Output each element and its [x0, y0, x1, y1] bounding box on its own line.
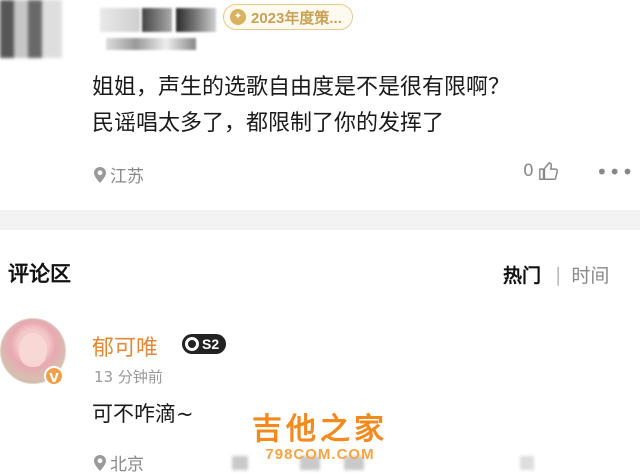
- blurred-username: [176, 8, 216, 32]
- location-pin-icon: [94, 454, 106, 471]
- like-button[interactable]: 0: [523, 160, 560, 182]
- annual-award-badge[interactable]: ✦ 2023年度策...: [223, 4, 353, 30]
- location-text: 北京: [110, 455, 144, 475]
- comment-line: 民谣唱太多了，都限制了你的发挥了: [92, 111, 445, 136]
- tab-hot[interactable]: 热门: [503, 261, 541, 288]
- verified-v-icon: V: [44, 366, 64, 386]
- blurred-avatar[interactable]: [0, 0, 62, 58]
- badge-label: 2023年度策...: [251, 9, 342, 27]
- thumbs-up-icon: [538, 162, 558, 180]
- section-divider: [0, 210, 640, 230]
- comment-section-title: 评论区: [8, 262, 71, 286]
- reply-timestamp: 13 分钟前: [94, 368, 163, 386]
- level-label: S2: [202, 336, 220, 352]
- blurred-action: [232, 456, 248, 470]
- more-dots-icon[interactable]: •••: [596, 160, 634, 184]
- location-text: 江苏: [110, 167, 144, 187]
- blurred-username: [142, 8, 172, 32]
- comment-location: 江苏: [94, 162, 144, 187]
- award-badge-icon: ✦: [230, 9, 246, 25]
- location-pin-icon: [94, 166, 106, 183]
- tab-separator: |: [555, 263, 562, 286]
- watermark-title: 吉他之家: [252, 412, 388, 447]
- sort-tabs: 热门 | 时间: [503, 261, 609, 288]
- reply-location: 北京: [94, 450, 144, 475]
- blurred-username: [100, 8, 140, 32]
- reply-body: 可不咋滴~: [92, 402, 194, 426]
- level-badge: S2: [182, 334, 227, 354]
- top-comment-card: ✦ 2023年度策... 姐姐，声生的选歌自由度是不是很有限啊？ 民谣唱太多了，…: [0, 0, 640, 210]
- blurred-meta: [106, 38, 196, 50]
- reply-username[interactable]: 郁可唯: [92, 330, 158, 362]
- level-ring-icon: [185, 337, 199, 351]
- tab-time[interactable]: 时间: [571, 261, 609, 288]
- like-count: 0: [523, 161, 534, 181]
- watermark-url: 798COM.COM: [265, 446, 375, 463]
- comment-body: 姐姐，声生的选歌自由度是不是很有限啊？ 民谣唱太多了，都限制了你的发挥了: [92, 70, 632, 142]
- comment-line: 姐姐，声生的选歌自由度是不是很有限啊？: [92, 75, 511, 100]
- site-watermark: 吉他之家 798COM.COM: [252, 404, 388, 463]
- blurred-action: [520, 456, 534, 470]
